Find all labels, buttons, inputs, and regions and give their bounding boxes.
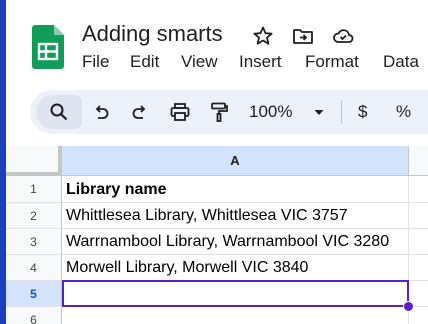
row-header-3[interactable]: 3 [6, 229, 62, 255]
format-percent-button[interactable]: % [396, 102, 411, 122]
zoom-select[interactable]: 100% [249, 102, 292, 122]
menu-insert[interactable]: Insert [239, 52, 282, 72]
fill-handle[interactable] [403, 301, 414, 312]
column-header-b[interactable] [409, 146, 428, 176]
cloud-saved-icon[interactable] [331, 24, 355, 48]
cell-a2[interactable]: Whittlesea Library, Whittlesea VIC 3757 [62, 203, 409, 229]
column-header-a[interactable]: A [62, 146, 409, 176]
redo-icon[interactable] [128, 100, 152, 124]
active-cell-selection [62, 280, 409, 307]
chevron-down-icon[interactable] [311, 104, 327, 120]
cell-a6[interactable] [62, 307, 409, 324]
cell-b2[interactable] [409, 203, 428, 229]
row-header-1[interactable]: 1 [6, 176, 62, 203]
cell-a3[interactable]: Warrnambool Library, Warrnambool VIC 328… [62, 229, 409, 255]
star-icon[interactable] [251, 24, 275, 48]
menu-data[interactable]: Data [383, 52, 419, 72]
google-sheets-logo[interactable] [32, 25, 64, 69]
document-title[interactable]: Adding smarts [82, 21, 223, 47]
search-icon[interactable] [47, 100, 71, 124]
toolbar-divider [341, 100, 342, 124]
move-to-folder-icon[interactable] [291, 24, 315, 48]
cell-b3[interactable] [409, 229, 428, 255]
format-currency-button[interactable]: $ [358, 102, 367, 122]
cell-a4[interactable]: Morwell Library, Morwell VIC 3840 [62, 255, 409, 281]
undo-icon[interactable] [89, 100, 113, 124]
row-header-2[interactable]: 2 [6, 203, 62, 229]
menu-edit[interactable]: Edit [130, 52, 159, 72]
menu-format[interactable]: Format [305, 52, 359, 72]
print-icon[interactable] [168, 100, 192, 124]
spreadsheet-grid: A 1 Library name 2 Whittlesea Library, W… [6, 146, 428, 324]
select-all-corner[interactable] [6, 146, 62, 176]
cell-a1[interactable]: Library name [62, 176, 409, 203]
toolbar: 100% $ % [30, 90, 428, 134]
row-header-4[interactable]: 4 [6, 255, 62, 281]
menu-file[interactable]: File [82, 52, 109, 72]
row-header-6[interactable]: 6 [6, 307, 62, 324]
cell-b1[interactable] [409, 176, 428, 203]
menu-view[interactable]: View [181, 52, 218, 72]
row-header-5[interactable]: 5 [6, 281, 62, 307]
paint-format-icon[interactable] [207, 100, 231, 124]
cell-b4[interactable] [409, 255, 428, 281]
